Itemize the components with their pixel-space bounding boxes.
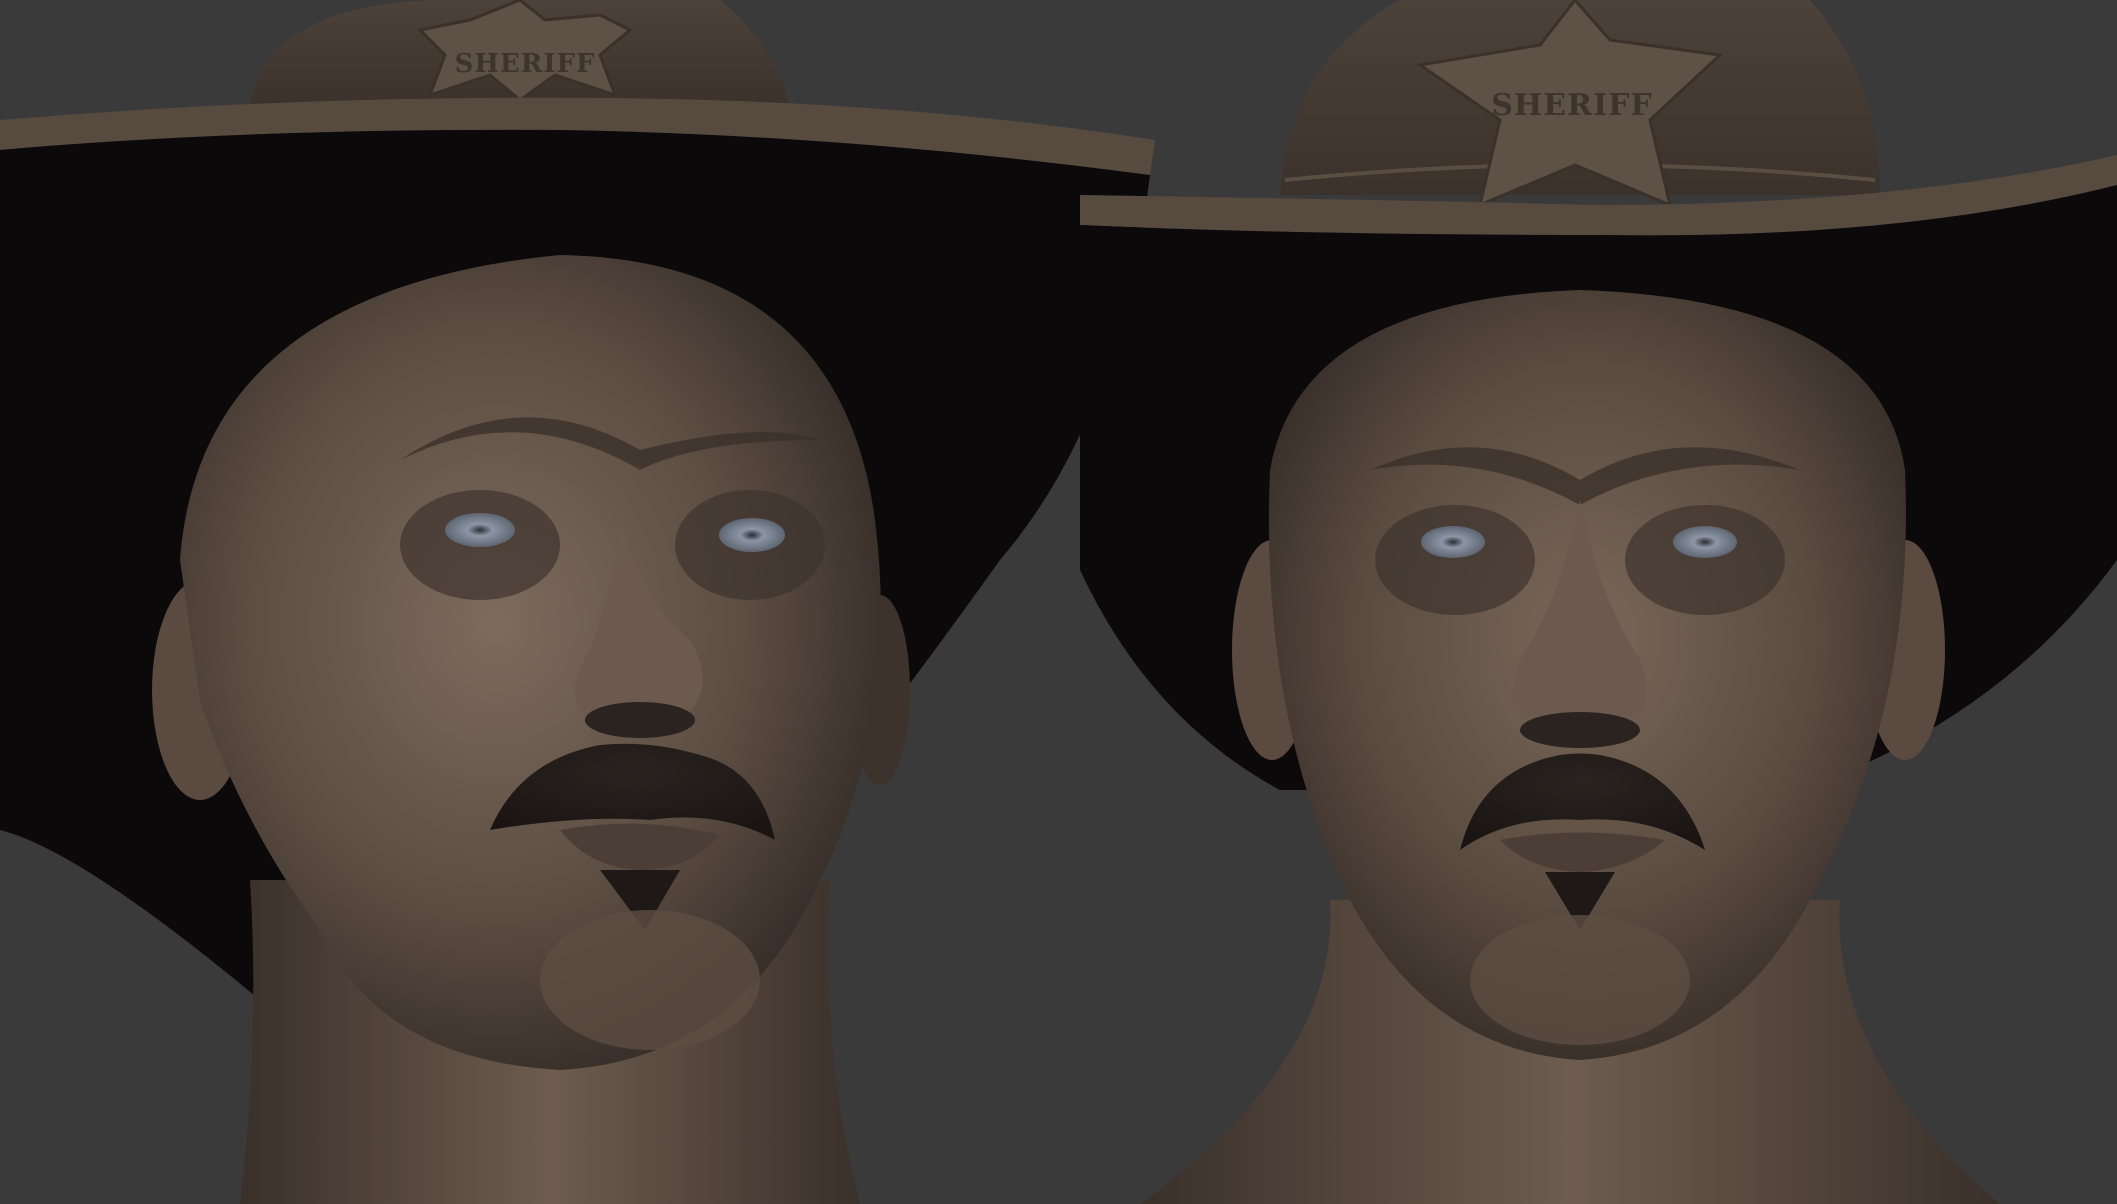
- right-eye-left: [1421, 526, 1485, 558]
- left-chin: [540, 910, 760, 1050]
- right-badge-text: SHERIFF: [1491, 88, 1652, 123]
- right-eye-right: [1673, 526, 1737, 558]
- right-sheriff-view: SHERIFF: [1080, 0, 2117, 1204]
- left-eye-left: [445, 513, 515, 547]
- right-eye-socket-right: [1625, 505, 1785, 615]
- left-eye-right: [719, 518, 785, 552]
- sculpt-render-scene: SHERIFF SHERIFF: [0, 0, 2117, 1204]
- right-eye-socket-left: [1375, 505, 1535, 615]
- right-nose-shadow: [1520, 712, 1640, 748]
- left-badge-text: SHERIFF: [455, 49, 596, 79]
- left-nose-shadow: [585, 702, 695, 738]
- render-canvas: SHERIFF SHERIFF: [0, 0, 2117, 1204]
- left-sheriff-view: SHERIFF: [0, 0, 1155, 1204]
- right-chin: [1470, 915, 1690, 1045]
